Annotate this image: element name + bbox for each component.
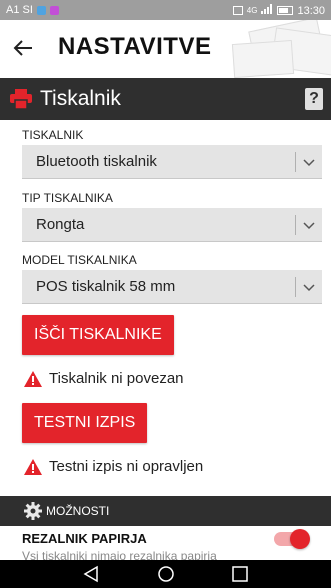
signal-badge: 4G xyxy=(246,6,258,15)
warning-icon xyxy=(24,370,42,387)
vibrate-icon xyxy=(232,6,243,15)
options-section-header: MOŽNOSTI xyxy=(0,496,331,526)
printer-field-label: TISKALNIK xyxy=(22,128,84,142)
search-printers-button[interactable]: IŠČI TISKALNIKE xyxy=(22,315,174,355)
status-bar: A1 SI 4G 13:30 xyxy=(0,0,331,20)
paper-cutter-toggle[interactable] xyxy=(274,529,310,549)
signal-icon xyxy=(261,4,273,17)
receipts-illustration xyxy=(221,20,331,78)
battery-icon xyxy=(277,6,294,15)
printer-select[interactable]: Bluetooth tiskalnik xyxy=(22,145,322,179)
test-print-text: Testni izpis ni opravljen xyxy=(49,458,204,475)
printer-type-value: Rongta xyxy=(36,216,85,233)
gear-icon xyxy=(24,502,42,520)
select-divider xyxy=(295,277,296,297)
select-divider xyxy=(295,152,296,172)
section-title: Tiskalnik xyxy=(40,87,121,110)
help-button[interactable]: ? xyxy=(305,88,323,110)
printer-section-header: Tiskalnik ? xyxy=(0,78,331,120)
toggle-knob xyxy=(290,529,310,549)
printer-select-value: Bluetooth tiskalnik xyxy=(36,153,157,170)
warning-icon xyxy=(24,458,42,475)
chevron-down-icon xyxy=(303,159,315,167)
select-divider xyxy=(295,215,296,235)
page-title: NASTAVITVE xyxy=(58,33,212,60)
printer-model-value: POS tiskalnik 58 mm xyxy=(36,278,176,295)
printer-connection-text: Tiskalnik ni povezan xyxy=(49,370,184,387)
nav-home-icon[interactable] xyxy=(156,565,176,583)
chevron-down-icon xyxy=(303,222,315,230)
notification-icon xyxy=(36,5,46,15)
back-button[interactable] xyxy=(12,33,44,63)
options-title: MOŽNOSTI xyxy=(46,504,110,518)
status-bar-left: A1 SI xyxy=(6,4,59,16)
printer-type-label: TIP TISKALNIKA xyxy=(22,191,113,205)
carrier-label: A1 SI xyxy=(6,4,33,16)
printer-model-label: MODEL TISKALNIKA xyxy=(22,253,137,267)
chevron-down-icon xyxy=(303,284,315,292)
printer-type-select[interactable]: Rongta xyxy=(22,208,322,242)
nav-back-icon[interactable] xyxy=(82,565,102,583)
test-print-button[interactable]: TESTNI IZPIS xyxy=(22,403,148,443)
paper-cutter-title: REZALNIK PAPIRJA xyxy=(22,531,147,546)
nav-recents-icon[interactable] xyxy=(230,565,250,583)
app-notification-icon xyxy=(49,5,59,15)
status-bar-right: 4G 13:30 xyxy=(232,4,325,17)
printer-connection-status: Tiskalnik ni povezan xyxy=(24,370,184,387)
system-nav-bar xyxy=(0,560,331,588)
printer-icon xyxy=(10,89,32,109)
app-bar: NASTAVITVE xyxy=(0,20,331,78)
clock: 13:30 xyxy=(297,4,325,17)
printer-model-select[interactable]: POS tiskalnik 58 mm xyxy=(22,270,322,304)
arrow-left-icon xyxy=(13,40,32,56)
test-print-status: Testni izpis ni opravljen xyxy=(24,458,203,475)
